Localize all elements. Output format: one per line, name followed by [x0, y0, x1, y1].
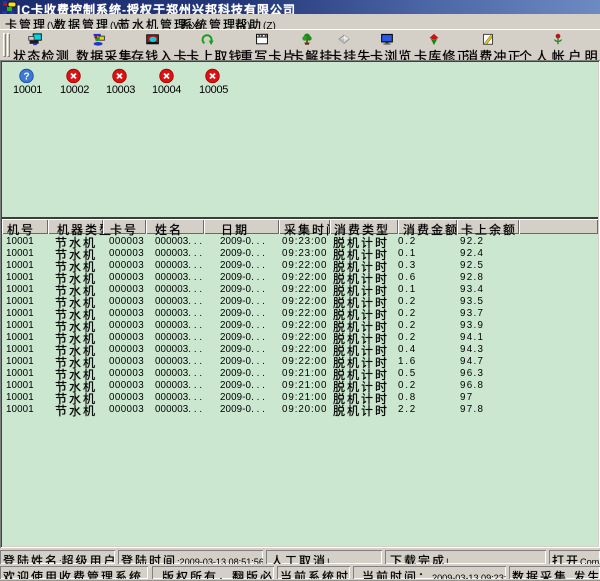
svg-text:?: ? — [23, 72, 29, 83]
